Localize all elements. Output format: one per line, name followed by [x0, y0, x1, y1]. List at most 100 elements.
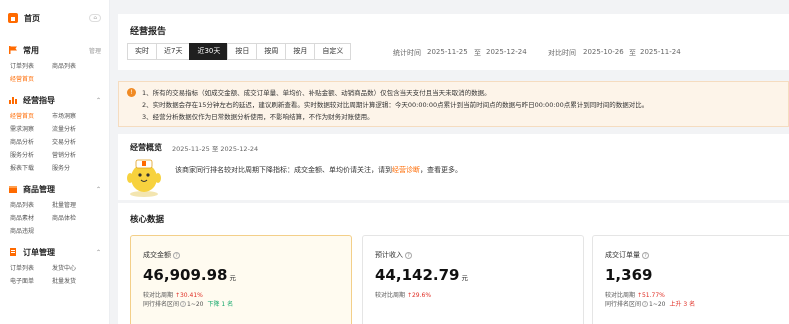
- rank-range: 1~20: [187, 301, 204, 308]
- metric-label: 成交金额?: [143, 250, 180, 260]
- sidebar-group-header[interactable]: 商品管理 ⌃: [0, 179, 109, 199]
- sidebar-item[interactable]: 商品列表: [52, 60, 102, 73]
- metric-compare: 较对比周期 ↑51.77%: [605, 290, 665, 299]
- sidebar-item[interactable]: 批量发货: [52, 275, 102, 288]
- help-icon[interactable]: ?: [173, 252, 180, 259]
- compare-label: 较对比周期: [375, 292, 406, 299]
- sidebar: 首页 ⌂ 常用 管理 订单列表 商品列表 经营首页 经营指导 ⌃ 经营首页 市场…: [0, 0, 110, 324]
- sidebar-item[interactable]: 交易分析: [52, 136, 102, 149]
- sidebar-item[interactable]: 商品素材: [10, 212, 52, 225]
- help-icon[interactable]: ?: [642, 252, 649, 259]
- diagnosis-link[interactable]: 经营诊断: [392, 166, 420, 174]
- compare-change: 51.77%: [641, 292, 665, 299]
- sidebar-group-title: 常用: [23, 45, 39, 55]
- core-data-section: 核心数据 成交金额? 46,909.98 元 较对比周期 ↑30.41% 同行排名…: [118, 203, 789, 324]
- main-content: 经营报告 实时 近7天 近30天 按日 按周 按月 自定义 统计时间 2025-…: [118, 0, 789, 324]
- document-icon: [10, 248, 16, 256]
- compare-change: 30.41%: [179, 292, 203, 299]
- mascot-illustration: [127, 159, 161, 197]
- sidebar-item[interactable]: 经营首页: [10, 73, 52, 86]
- sidebar-item[interactable]: 服务分析: [10, 149, 52, 162]
- sidebar-group-orders: 订单管理 ⌃ 订单列表 发货中心 电子面单 批量发货: [0, 238, 109, 288]
- chevron-up-icon[interactable]: ⌃: [96, 249, 101, 256]
- tab-custom[interactable]: 自定义: [314, 43, 352, 60]
- help-icon[interactable]: ?: [180, 301, 187, 307]
- sidebar-group-title: 经营指导: [23, 95, 55, 105]
- compare-time-label: 对比时间: [548, 49, 576, 57]
- sidebar-item[interactable]: 报表下载: [10, 162, 52, 175]
- sidebar-item[interactable]: 批量管理: [52, 199, 102, 212]
- metric-unit: 元: [461, 274, 468, 282]
- rank-label: 同行排名区间: [605, 301, 642, 308]
- sidebar-item[interactable]: 需求洞察: [10, 123, 52, 136]
- box-icon: [9, 186, 17, 193]
- chevron-up-icon[interactable]: ⌃: [96, 97, 101, 104]
- notice-banner: ! 1、所有的交易指标（如成交金额、成交订单量、单均价、补贴金额、动销商品数）仅…: [118, 81, 789, 127]
- home-icon: [8, 13, 18, 23]
- metric-card-orders[interactable]: 成交订单量? 1,369 较对比周期 ↑51.77% 同行排名区间? 1~20 上升…: [592, 235, 789, 324]
- metric-card-income[interactable]: 预计收入? 44,142.79 元 较对比周期 ↑29.6%: [362, 235, 584, 324]
- tab-realtime[interactable]: 实时: [127, 43, 157, 60]
- report-header: 经营报告 实时 近7天 近30天 按日 按周 按月 自定义 统计时间 2025-…: [118, 14, 789, 70]
- sidebar-group-title: 订单管理: [23, 247, 55, 257]
- metric-label: 成交订单量?: [605, 250, 649, 260]
- compare-label: 较对比周期: [605, 292, 636, 299]
- chart-icon: [9, 97, 17, 104]
- overview-date: 2025-11-25 至 2025-12-24: [172, 145, 259, 153]
- sidebar-item[interactable]: 经营首页: [10, 110, 52, 123]
- notice-line: 2、实时数据会存在15分钟左右的延迟，建议刷新查看。实时数据较对比周期计算逻辑：…: [142, 101, 649, 109]
- compare-label: 较对比周期: [143, 292, 174, 299]
- tab-by-week[interactable]: 按周: [256, 43, 287, 60]
- sidebar-group-header[interactable]: 经营指导 ⌃: [0, 90, 109, 110]
- overview-card: 经营概览 2025-11-25 至 2025-12-24 该商家同行排名较对比周…: [118, 134, 789, 200]
- sidebar-item[interactable]: 电子面单: [10, 275, 52, 288]
- sidebar-home[interactable]: 首页 ⌂: [0, 0, 109, 36]
- sidebar-item[interactable]: 流量分析: [52, 123, 102, 136]
- metric-label: 预计收入?: [375, 250, 412, 260]
- sidebar-item[interactable]: 商品列表: [10, 199, 52, 212]
- stat-time-sep: 至: [474, 49, 481, 57]
- compare-time-sep: 至: [629, 49, 636, 57]
- overview-text-tail: ，查看更多。: [420, 166, 462, 174]
- sidebar-group-header[interactable]: 常用 管理: [0, 40, 109, 60]
- sidebar-item[interactable]: 营销分析: [52, 149, 102, 162]
- rank-change: 下降 1 名: [207, 301, 234, 308]
- metric-rank: 同行排名区间? 1~20 上升 3 名: [605, 299, 695, 308]
- rank-range: 1~20: [649, 301, 666, 308]
- metric-value-number: 44,142.79: [375, 266, 460, 284]
- manage-link[interactable]: 管理: [89, 46, 101, 55]
- pin-icon[interactable]: ⌂: [89, 14, 101, 22]
- notice-line: 1、所有的交易指标（如成交金额、成交订单量、单均价、补贴金额、动销商品数）仅包含…: [142, 89, 491, 97]
- sidebar-group-guide: 经营指导 ⌃ 经营首页 市场洞察 需求洞察 流量分析 商品分析 交易分析 服务分…: [0, 86, 109, 175]
- tab-30-days[interactable]: 近30天: [189, 43, 229, 60]
- tab-by-day[interactable]: 按日: [227, 43, 258, 60]
- sidebar-item[interactable]: 市场洞察: [52, 110, 102, 123]
- sidebar-group-common: 常用 管理 订单列表 商品列表 经营首页: [0, 36, 109, 86]
- sidebar-item[interactable]: 商品体检: [52, 212, 102, 225]
- sidebar-item[interactable]: 商品违规: [10, 225, 52, 238]
- tab-7-days[interactable]: 近7天: [156, 43, 191, 60]
- sidebar-item[interactable]: 发货中心: [52, 262, 102, 275]
- app-root: 首页 ⌂ 常用 管理 订单列表 商品列表 经营首页 经营指导 ⌃ 经营首页 市场…: [0, 0, 789, 324]
- warning-icon: !: [127, 88, 136, 97]
- sidebar-item[interactable]: 服务分: [52, 162, 102, 175]
- notice-line: 3、经营分析数据仅作为日常数据分析使用，不影响结算，不作为财务对账使用。: [142, 113, 374, 121]
- metric-compare: 较对比周期 ↑29.6%: [375, 290, 431, 299]
- stat-time-end: 2025-12-24: [486, 48, 527, 56]
- help-icon[interactable]: ?: [642, 301, 649, 307]
- compare-time-end: 2025-11-24: [640, 48, 681, 56]
- flag-icon: [9, 46, 17, 54]
- sidebar-item[interactable]: 订单列表: [10, 60, 52, 73]
- sidebar-item[interactable]: 商品分析: [10, 136, 52, 149]
- core-data-title: 核心数据: [130, 215, 165, 225]
- chevron-up-icon[interactable]: ⌃: [96, 186, 101, 193]
- help-icon[interactable]: ?: [405, 252, 412, 259]
- sidebar-item[interactable]: 订单列表: [10, 262, 52, 275]
- sidebar-group-goods: 商品管理 ⌃ 商品列表 批量管理 商品素材 商品体检 商品违规: [0, 175, 109, 238]
- metric-card-gmv[interactable]: 成交金额? 46,909.98 元 较对比周期 ↑30.41% 同行排名区间? 1~…: [130, 235, 352, 324]
- overview-text: 该商家同行排名较对比周期下降指标：成交金额、单均价请关注，请到: [175, 166, 392, 174]
- metric-label-text: 成交订单量: [605, 251, 640, 259]
- tab-by-month[interactable]: 按月: [285, 43, 316, 60]
- sidebar-group-header[interactable]: 订单管理 ⌃: [0, 242, 109, 262]
- metric-label-text: 预计收入: [375, 251, 403, 259]
